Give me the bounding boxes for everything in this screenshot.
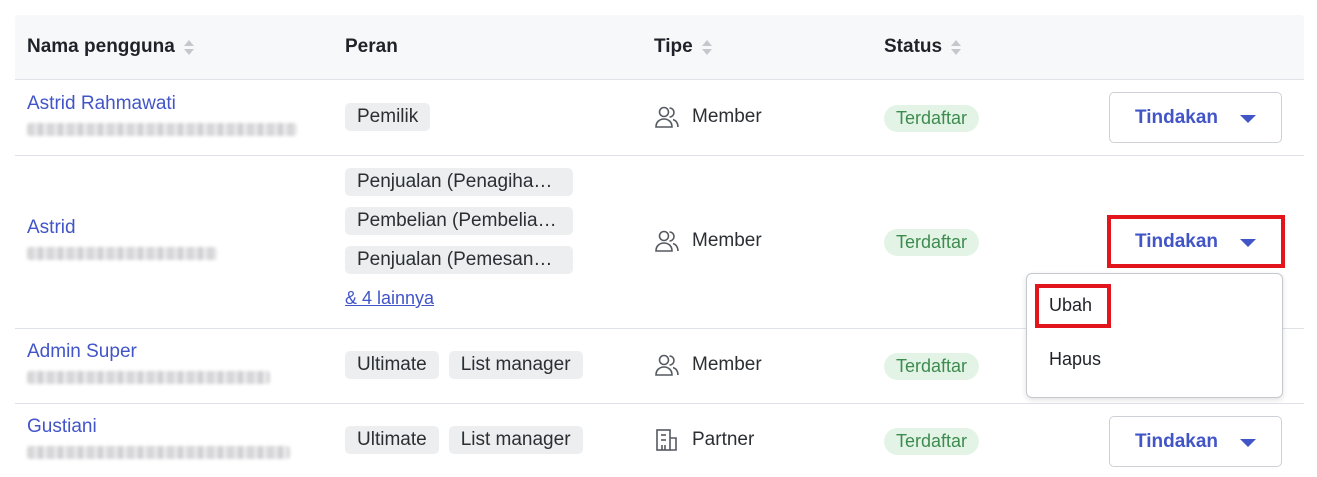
email-redacted (27, 123, 297, 136)
table-row: Gustiani Ultimate List manager Partner T… (15, 404, 1304, 477)
roles-cell: Penjualan (Penagiha… Pembelian (Pembelia… (345, 168, 573, 309)
column-header-status[interactable]: Status (884, 15, 962, 79)
highlight-frame (1035, 284, 1111, 328)
column-header-role-label: Peran (345, 36, 398, 57)
role-tag: List manager (448, 351, 583, 379)
caret-down-icon (1240, 438, 1257, 447)
sort-icon[interactable] (183, 39, 194, 55)
column-header-type-label: Tipe (654, 36, 693, 57)
role-tag: Pemilik (345, 103, 431, 131)
column-header-username-label: Nama pengguna (27, 36, 175, 57)
actions-button-label: Tindakan (1134, 430, 1219, 452)
user-cell: Astrid (27, 217, 217, 260)
roles-cell: Ultimate List manager (345, 426, 583, 454)
email-redacted (27, 371, 270, 384)
type-cell: Member (654, 104, 762, 130)
email-redacted (27, 446, 290, 459)
status-badge: Terdaftar (884, 353, 980, 380)
type-cell: Member (654, 352, 762, 378)
users-icon (655, 354, 679, 376)
user-cell: Gustiani (27, 416, 290, 459)
role-tag: Pembelian (Pembelia… (345, 207, 573, 235)
type-label: Member (692, 230, 762, 251)
highlight-frame (1107, 215, 1285, 268)
users-icon (655, 106, 679, 128)
user-name-link[interactable]: Astrid (27, 217, 217, 239)
sort-icon[interactable] (701, 39, 712, 55)
menu-item-delete[interactable]: Hapus (1049, 349, 1101, 370)
role-tag: Penjualan (Pemesan… (345, 246, 573, 274)
role-tag: Ultimate (345, 426, 439, 454)
roles-cell: Pemilik (345, 103, 431, 131)
actions-dropdown-button[interactable]: Tindakan (1109, 92, 1282, 143)
status-badge: Terdaftar (884, 428, 980, 455)
user-cell: Astrid Rahmawati (27, 93, 297, 136)
column-header-status-label: Status (884, 36, 943, 57)
column-header-username[interactable]: Nama pengguna (27, 15, 194, 79)
role-tag: Ultimate (345, 351, 439, 379)
role-tag: Penjualan (Penagiha… (345, 168, 573, 196)
more-roles-link[interactable]: & 4 lainnya (345, 288, 573, 309)
column-header-role: Peran (345, 15, 398, 79)
status-badge: Terdaftar (884, 229, 980, 256)
type-label: Partner (692, 429, 755, 450)
type-cell: Partner (654, 427, 754, 453)
actions-button-label: Tindakan (1134, 106, 1219, 128)
email-redacted (27, 247, 217, 260)
type-label: Member (692, 106, 762, 127)
column-header-type[interactable]: Tipe (654, 15, 712, 79)
actions-dropdown-button[interactable]: Tindakan (1109, 416, 1282, 467)
status-badge: Terdaftar (884, 105, 980, 132)
table-header: Nama pengguna Peran Tipe Status (15, 15, 1304, 80)
caret-down-icon (1240, 114, 1257, 123)
type-cell: Member (654, 228, 762, 254)
type-label: Member (692, 354, 762, 375)
user-name-link[interactable]: Gustiani (27, 416, 290, 438)
user-name-link[interactable]: Astrid Rahmawati (27, 93, 297, 115)
user-name-link[interactable]: Admin Super (27, 341, 270, 363)
roles-cell: Ultimate List manager (345, 351, 583, 379)
table-row: Astrid Rahmawati Pemilik Member Terdafta… (15, 80, 1304, 156)
role-tag: List manager (448, 426, 583, 454)
sort-icon[interactable] (951, 39, 962, 55)
users-icon (655, 230, 679, 252)
building-icon (656, 429, 677, 451)
user-cell: Admin Super (27, 341, 270, 384)
